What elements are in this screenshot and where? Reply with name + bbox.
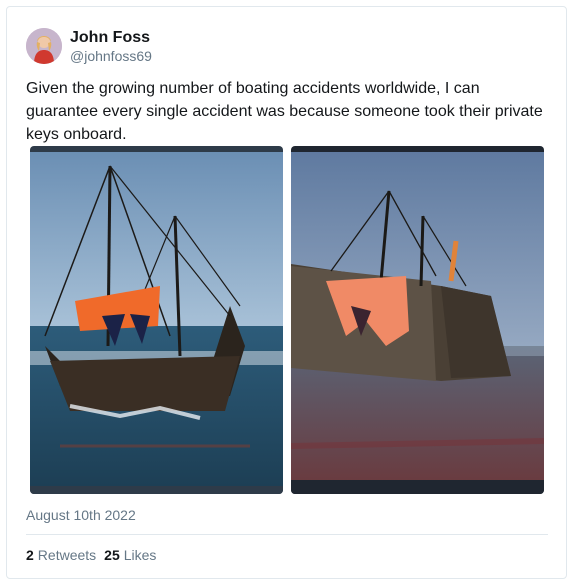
tweet-text: Given the growing number of boating acci… [26, 80, 543, 143]
tweet-card: John Foss @johnfoss69 Given the growing … [6, 6, 567, 579]
retweets-stat[interactable]: 2 Retweets [26, 547, 96, 563]
retweets-label: Retweets [37, 547, 97, 563]
tweet-media [30, 146, 544, 494]
shipwreck-photo-right[interactable] [291, 146, 544, 494]
retweets-count: 2 [26, 547, 34, 563]
shipwreck-photo-left[interactable] [30, 146, 283, 494]
author-handle[interactable]: @johnfoss69 [70, 47, 152, 65]
avatar[interactable] [26, 28, 62, 64]
divider [26, 534, 548, 535]
tweet-header: John Foss @johnfoss69 [26, 26, 152, 66]
likes-count: 25 [104, 547, 120, 563]
likes-label: Likes [123, 547, 157, 563]
likes-stat[interactable]: 25 Likes [104, 547, 156, 563]
tweet-stats: 2 Retweets 25 Likes [26, 547, 156, 563]
author-names: John Foss @johnfoss69 [70, 28, 152, 65]
author-display-name[interactable]: John Foss [70, 28, 152, 47]
tweet-date[interactable]: August 10th 2022 [26, 507, 136, 523]
